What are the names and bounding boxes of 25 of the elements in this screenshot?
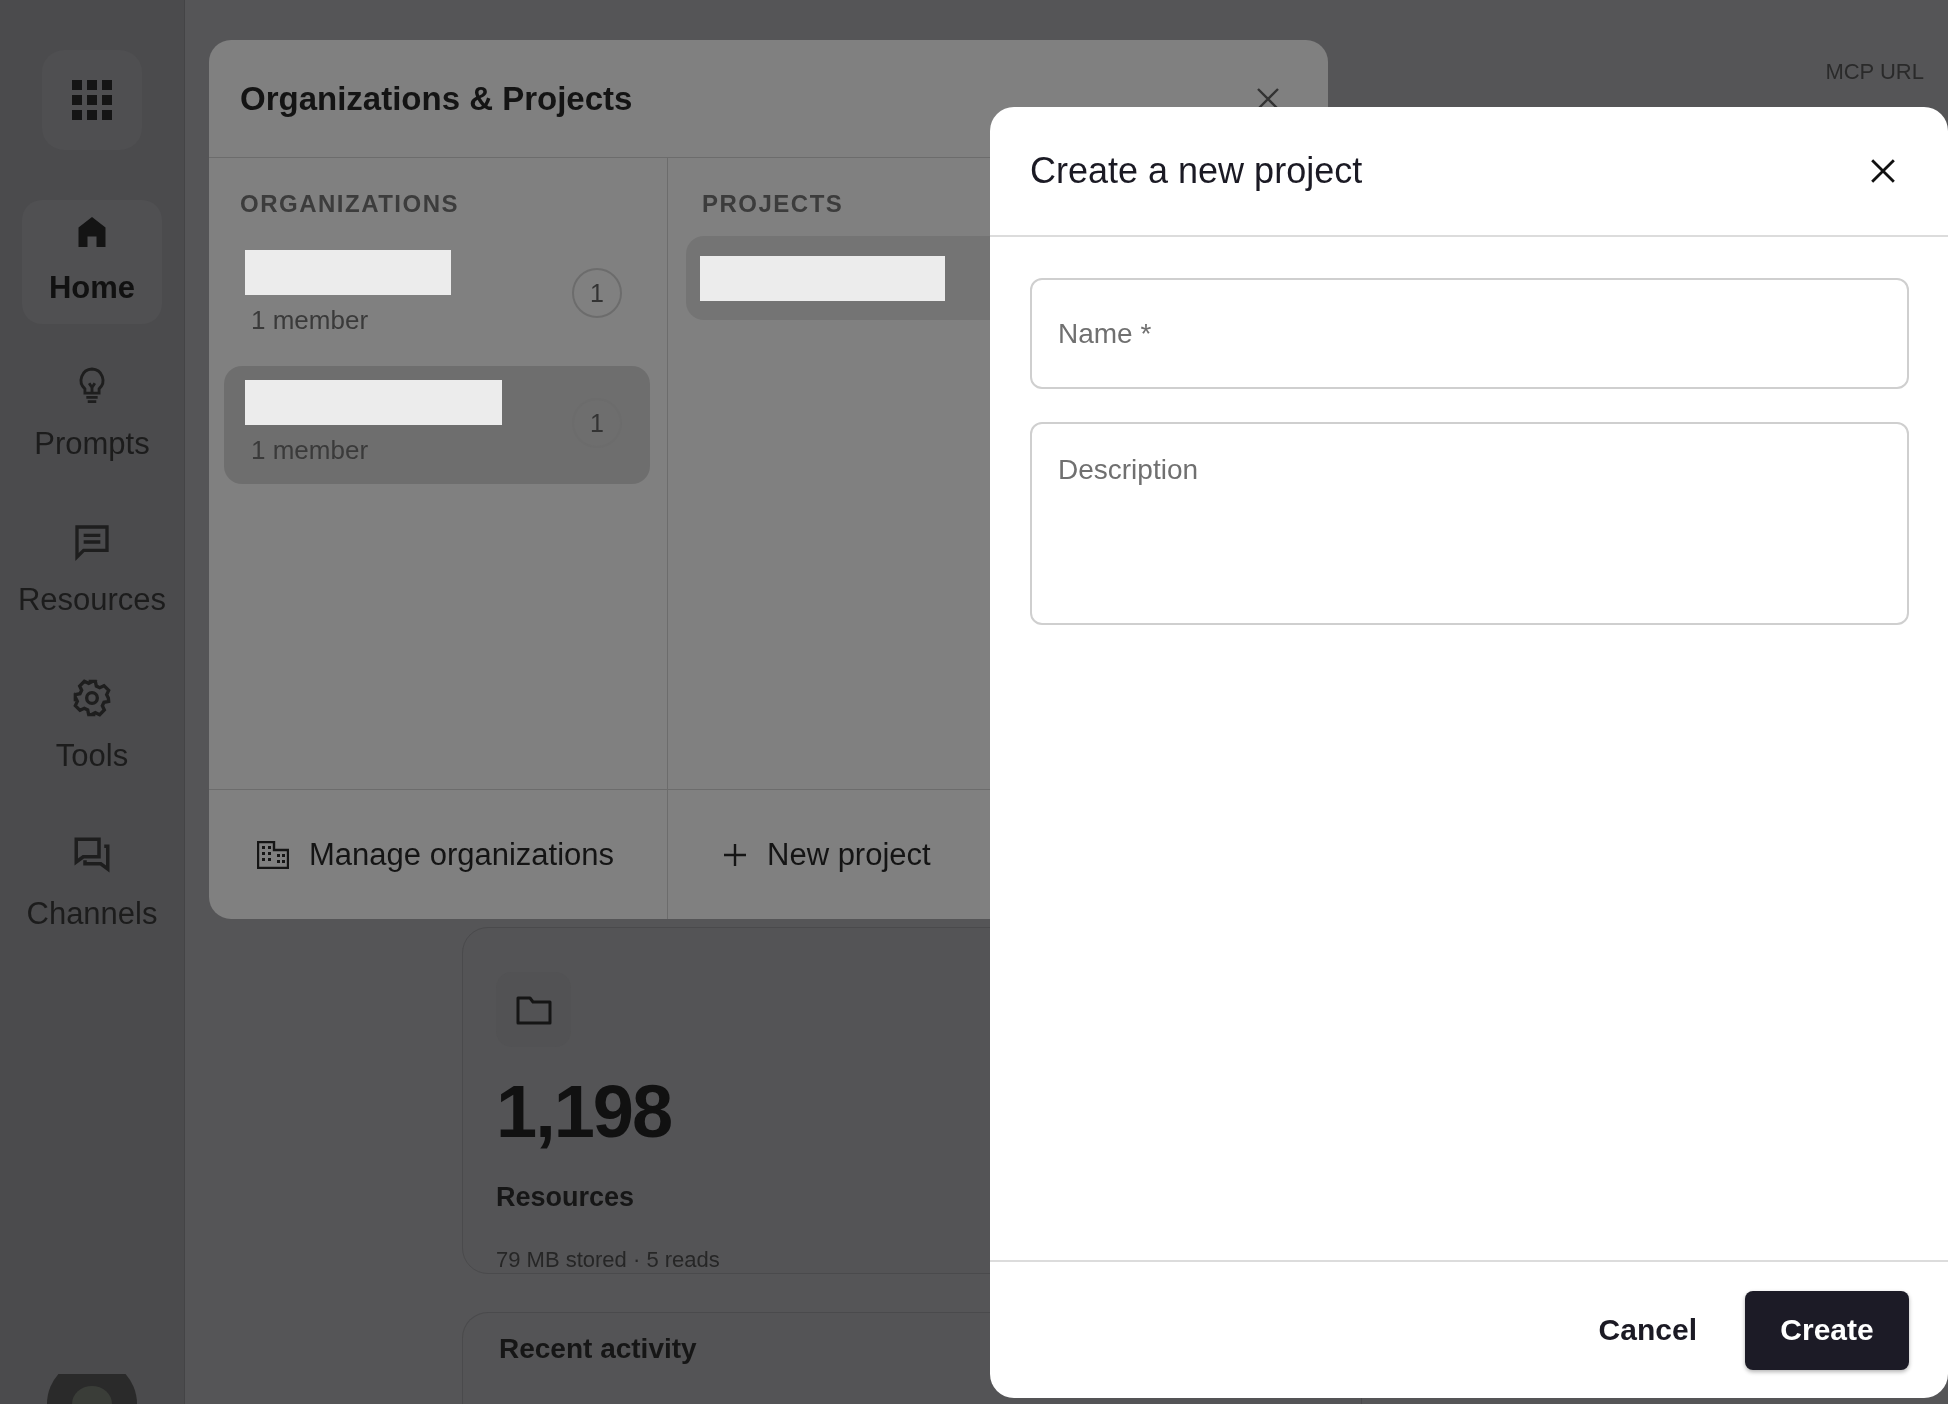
manage-organizations-button[interactable]: Manage organizations — [209, 790, 668, 919]
message-icon — [72, 522, 112, 562]
section-heading: PROJECTS — [702, 190, 845, 218]
description-field[interactable]: Description — [1030, 422, 1909, 625]
stat-value: 1,198 — [496, 1069, 673, 1154]
cancel-button[interactable]: Cancel — [1574, 1299, 1721, 1361]
close-icon — [1870, 158, 1896, 184]
new-project-button[interactable]: New project — [668, 790, 931, 919]
building-icon — [257, 840, 289, 869]
apps-grid-icon — [72, 80, 112, 120]
card-title: Recent activity — [499, 1333, 697, 1364]
dialog-title: Create a new project — [1030, 150, 1363, 192]
close-button[interactable] — [1870, 158, 1896, 184]
organization-item[interactable]: 1 member 1 — [224, 236, 650, 354]
section-heading: ORGANIZATIONS — [240, 190, 461, 218]
folder-icon — [515, 994, 552, 1025]
count-badge: 1 — [572, 268, 622, 318]
member-count: 1 member — [251, 305, 370, 336]
name-field[interactable]: Name * — [1030, 278, 1909, 389]
settings-icon — [72, 678, 112, 718]
create-button[interactable]: Create — [1745, 1290, 1909, 1370]
plus-icon — [723, 842, 747, 867]
dialog-title: Organizations & Projects — [240, 79, 633, 118]
nav-item[interactable]: Home — [22, 200, 162, 324]
stat-label: Resources — [496, 1182, 636, 1213]
